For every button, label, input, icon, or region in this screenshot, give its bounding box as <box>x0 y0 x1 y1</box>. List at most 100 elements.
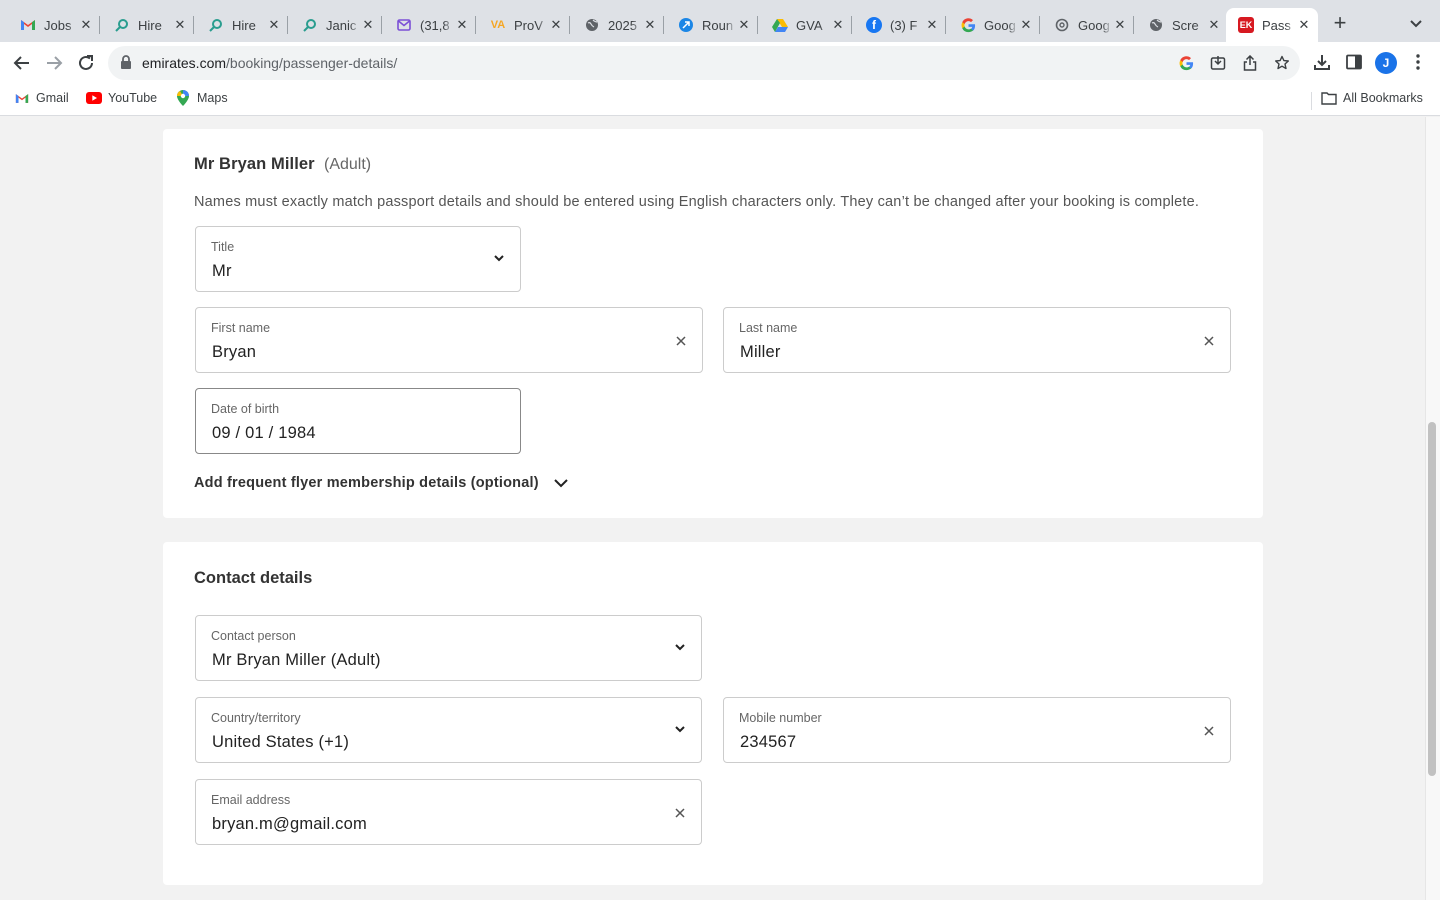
close-icon[interactable]: ✕ <box>454 17 470 33</box>
close-icon[interactable]: ✕ <box>360 17 376 33</box>
url-host: emirates.com <box>142 55 227 71</box>
all-bookmarks-label: All Bookmarks <box>1343 91 1423 105</box>
close-icon[interactable]: ✕ <box>736 17 752 33</box>
tab-separator <box>757 16 758 34</box>
tab-separator <box>287 16 288 34</box>
close-icon[interactable]: ✕ <box>1206 17 1222 33</box>
first-name-input[interactable]: First name Bryan <box>195 307 703 373</box>
close-icon[interactable]: ✕ <box>1112 17 1128 33</box>
folder-icon <box>1321 91 1337 105</box>
youtube-icon <box>86 91 102 105</box>
date-of-birth-input[interactable]: Date of birth 09 / 01 / 1984 <box>195 388 521 454</box>
browser-tab[interactable]: (31,8 ✕ <box>384 8 476 42</box>
close-icon[interactable]: ✕ <box>78 17 94 33</box>
browser-tab[interactable]: Jobs ✕ <box>8 8 100 42</box>
browser-tab[interactable]: GVA ✕ <box>760 8 852 42</box>
tab-title: GVA <box>796 17 823 33</box>
downloads-icon[interactable] <box>1312 52 1332 72</box>
bookmark-label: YouTube <box>108 91 158 105</box>
field-value: United States (+1) <box>212 733 350 751</box>
field-value: 09 / 01 / 1984 <box>212 424 316 442</box>
profile-avatar[interactable]: J <box>1375 52 1397 74</box>
bookmark-youtube[interactable]: YouTube <box>86 91 157 105</box>
email-address-input[interactable]: Email address bryan.m@gmail.com <box>195 779 702 845</box>
field-value: Mr Bryan Miller (Adult) <box>212 651 381 669</box>
browser-tab[interactable]: Goog ✕ <box>1042 8 1134 42</box>
passenger-type: (Adult) <box>324 156 372 173</box>
openai-icon <box>1054 17 1070 33</box>
gmail-icon <box>14 91 30 105</box>
close-icon[interactable]: ✕ <box>266 17 282 33</box>
field-label: Email address <box>211 793 291 807</box>
share-icon[interactable] <box>1241 54 1259 72</box>
url-path: /booking/passenger-details/ <box>226 55 398 71</box>
tab-search-chevron-icon[interactable] <box>1406 14 1426 34</box>
bookmark-label: Gmail <box>36 91 69 105</box>
browser-tab[interactable]: 2025 ✕ <box>572 8 664 42</box>
bookmark-gmail[interactable]: Gmail <box>14 91 69 105</box>
last-name-input[interactable]: Last name Miller <box>723 307 1231 373</box>
browser-tab[interactable]: Scre ✕ <box>1136 8 1228 42</box>
forward-button[interactable] <box>42 51 66 75</box>
close-icon[interactable]: ✕ <box>172 17 188 33</box>
country-code-select[interactable]: Country/territory United States (+1) <box>195 697 702 763</box>
close-icon[interactable]: ✕ <box>924 17 940 33</box>
lock-icon[interactable] <box>120 55 132 75</box>
mobile-number-input[interactable]: Mobile number 234567 <box>723 697 1231 763</box>
field-label: First name <box>211 321 271 335</box>
install-app-icon[interactable] <box>1209 54 1227 72</box>
contact-person-select[interactable]: Contact person Mr Bryan Miller (Adult) <box>195 615 702 681</box>
google-lens-icon[interactable] <box>1177 54 1195 72</box>
clear-icon[interactable] <box>1202 724 1216 738</box>
hire-search-icon <box>208 17 224 33</box>
browser-tab[interactable]: f (3) F ✕ <box>854 8 946 42</box>
facebook-icon: f <box>866 17 882 33</box>
close-icon[interactable]: ✕ <box>642 17 658 33</box>
contact-details-heading: Contact details <box>194 569 313 587</box>
close-icon[interactable]: ✕ <box>1296 17 1312 33</box>
tab-separator <box>1133 16 1134 34</box>
emirates-icon: EK <box>1238 17 1254 33</box>
browser-tab-active[interactable]: EK Pass ✕ <box>1226 8 1318 42</box>
clear-icon[interactable] <box>673 806 687 820</box>
hire-search-icon <box>114 17 130 33</box>
new-tab-button[interactable]: + <box>1328 12 1352 36</box>
tab-title: ProV <box>514 17 543 33</box>
tab-separator <box>99 16 100 34</box>
tab-title: Hire <box>138 17 162 33</box>
close-icon[interactable]: ✕ <box>1018 17 1034 33</box>
tab-separator <box>381 16 382 34</box>
more-menu-icon[interactable] <box>1408 52 1428 72</box>
clear-icon[interactable] <box>1202 334 1216 348</box>
tab-title: Roun <box>702 17 734 33</box>
tab-separator <box>663 16 664 34</box>
side-panel-icon[interactable] <box>1344 52 1364 72</box>
address-bar[interactable]: emirates.com/booking/passenger-details/ <box>108 46 1300 80</box>
back-button[interactable] <box>10 51 34 75</box>
tab-title: Janic <box>326 17 357 33</box>
browser-tab[interactable]: Hire ✕ <box>196 8 288 42</box>
field-label: Date of birth <box>211 402 280 416</box>
scrollbar-thumb[interactable] <box>1428 422 1436 776</box>
name-match-notice: Names must exactly match passport detail… <box>194 194 1200 210</box>
all-bookmarks-button[interactable]: All Bookmarks <box>1321 91 1423 105</box>
browser-tab[interactable]: Janic ✕ <box>290 8 382 42</box>
bookmark-maps[interactable]: Maps <box>175 90 228 106</box>
tab-title: (31,8 <box>420 17 450 33</box>
frequent-flyer-toggle[interactable]: Add frequent flyer membership details (o… <box>194 475 569 491</box>
title-select[interactable]: Title Mr <box>195 226 521 292</box>
bookmark-star-icon[interactable] <box>1273 54 1291 72</box>
forward-arrow-icon <box>47 56 63 70</box>
reload-button[interactable] <box>74 51 98 75</box>
browser-tab[interactable]: Goog ✕ <box>948 8 1040 42</box>
bookmark-label: Maps <box>197 91 228 105</box>
field-label: Contact person <box>211 629 296 643</box>
clear-icon[interactable] <box>674 334 688 348</box>
plane-icon <box>678 17 694 33</box>
close-icon[interactable]: ✕ <box>830 17 846 33</box>
chevron-down-icon <box>675 644 685 651</box>
browser-tab[interactable]: VA ProV ✕ <box>478 8 570 42</box>
close-icon[interactable]: ✕ <box>548 17 564 33</box>
browser-tab[interactable]: Hire ✕ <box>102 8 194 42</box>
browser-tab[interactable]: Roun ✕ <box>666 8 758 42</box>
